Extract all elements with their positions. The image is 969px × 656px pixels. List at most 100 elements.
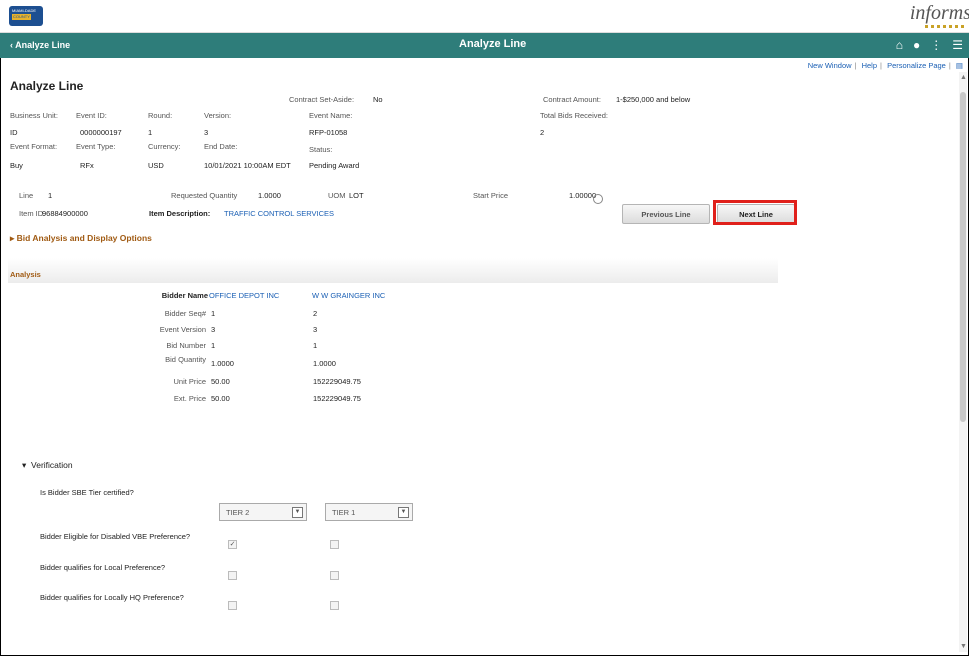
local-question: Bidder qualifies for Local Preference? xyxy=(40,563,166,572)
brand-underline xyxy=(925,25,965,28)
bidder-2-name-link[interactable]: W W GRAINGER INC xyxy=(312,291,385,300)
status-label: Status: xyxy=(309,145,333,154)
uom-value: LOT xyxy=(349,191,364,200)
grid-icon[interactable]: ▤ xyxy=(956,61,963,70)
triangle-right-icon: ▸ xyxy=(10,233,17,243)
hq-question: Bidder qualifies for Locally HQ Preferen… xyxy=(40,593,184,602)
currency-label: Currency: xyxy=(148,142,181,151)
scroll-thumb[interactable] xyxy=(960,92,966,422)
bidder-1-bid-quantity: 1.0000 xyxy=(211,359,234,368)
bidder-2-event-version: 3 xyxy=(313,325,318,334)
triangle-down-icon: ▾ xyxy=(22,460,29,470)
comment-bubble-icon[interactable] xyxy=(593,194,603,204)
bidder-1-hq-checkbox[interactable] xyxy=(228,601,237,610)
notifications-icon[interactable]: ● xyxy=(913,38,920,52)
line-label: Line xyxy=(19,191,34,200)
app-header: ‹ Analyze Line Analyze Line ⌂ ● ⋮ ☰ xyxy=(0,33,969,58)
version-label: Version: xyxy=(204,111,232,120)
total-bids-value: 2 xyxy=(540,128,545,137)
bid-number-label: Bid Number xyxy=(166,341,206,350)
line-value: 1 xyxy=(48,191,53,200)
bidder-1-event-version: 3 xyxy=(211,325,216,334)
business-unit-value: ID xyxy=(10,128,18,137)
item-description-label: Item Description: xyxy=(149,209,211,218)
help-link[interactable]: Help xyxy=(862,61,877,70)
event-id-value: 0000000197 xyxy=(80,128,122,137)
chevron-down-icon: ▼ xyxy=(292,507,303,518)
bidder-1-tier-select[interactable]: TIER 2 ▼ xyxy=(219,503,307,521)
bidder-2-bid-quantity: 1.0000 xyxy=(313,359,336,368)
bidder-1-tier-value: TIER 2 xyxy=(226,508,250,517)
event-format-label: Event Format: xyxy=(10,142,58,151)
event-format-value: Buy xyxy=(10,161,23,170)
currency-value: USD xyxy=(148,161,164,170)
new-window-link[interactable]: New Window xyxy=(808,61,852,70)
bidder-2-local-checkbox[interactable] xyxy=(330,571,339,580)
bidder-1-local-checkbox[interactable] xyxy=(228,571,237,580)
event-id-label: Event ID: xyxy=(76,111,107,120)
bid-analysis-options-toggle[interactable]: ▸ Bid Analysis and Display Options xyxy=(10,233,152,244)
end-date-label: End Date: xyxy=(204,142,238,151)
highlight-box xyxy=(713,200,797,225)
event-type-label: Event Type: xyxy=(76,142,116,151)
round-label: Round: xyxy=(148,111,173,120)
event-version-label: Event Version xyxy=(159,325,206,334)
bid-analysis-options-label: Bid Analysis and Display Options xyxy=(16,233,152,243)
bidder-2-tier-select[interactable]: TIER 1 ▼ xyxy=(325,503,413,521)
bidder-1-ext-price: 50.00 xyxy=(211,394,230,403)
home-icon[interactable]: ⌂ xyxy=(896,38,903,52)
personalize-page-link[interactable]: Personalize Page xyxy=(887,61,946,70)
bidder-2-hq-checkbox[interactable] xyxy=(330,601,339,610)
previous-line-button[interactable]: Previous Line xyxy=(622,204,710,224)
bid-quantity-label: Bid Quantity xyxy=(165,355,206,364)
top-branding-bar: MIAMI-DADE COUNTY informs xyxy=(0,0,969,33)
event-name-label: Event Name: xyxy=(309,111,353,120)
bidder-1-bid-number: 1 xyxy=(211,341,216,350)
bidder-2-tier-value: TIER 1 xyxy=(332,508,356,517)
logo-subtext: COUNTY xyxy=(12,14,31,20)
end-date-value: 10/01/2021 10:00AM EDT xyxy=(204,161,291,170)
bidder-1-unit-price: 50.00 xyxy=(211,377,230,386)
item-description-link[interactable]: TRAFFIC CONTROL SERVICES xyxy=(224,209,334,218)
event-name-value: RFP-01058 xyxy=(309,128,348,137)
requested-quantity-value: 1.0000 xyxy=(258,191,281,200)
bidder-1-vbe-checkbox[interactable]: ✓ xyxy=(228,540,237,549)
bidder-2-bid-number: 1 xyxy=(313,341,318,350)
bidder-2-seq: 2 xyxy=(313,309,318,318)
informs-brand: informs xyxy=(909,2,969,24)
scroll-up-icon[interactable]: ▲ xyxy=(960,74,967,81)
item-id-label: Item ID xyxy=(19,209,44,218)
total-bids-label: Total Bids Received: xyxy=(540,111,608,120)
scroll-down-icon[interactable]: ▼ xyxy=(960,643,967,650)
vertical-scrollbar[interactable]: ▲ ▼ xyxy=(959,72,967,652)
bidder-seq-label: Bidder Seq# xyxy=(164,309,206,318)
contract-amount-value: 1-$250,000 and below xyxy=(616,95,691,104)
uom-label: UOM xyxy=(328,191,346,200)
event-type-value: RFx xyxy=(80,161,94,170)
header-title: Analyze Line xyxy=(459,38,527,50)
round-value: 1 xyxy=(148,128,153,137)
bidder-2-vbe-checkbox[interactable] xyxy=(330,540,339,549)
verification-label: Verification xyxy=(31,460,73,470)
business-unit-label: Business Unit: xyxy=(10,111,58,120)
analysis-section-header: Analysis xyxy=(8,258,778,283)
start-price-label: Start Price xyxy=(473,191,509,200)
contract-amount-label: Contract Amount: xyxy=(543,95,601,104)
item-id-value: 96884900000 xyxy=(42,209,88,218)
actions-menu-icon[interactable]: ⋮ xyxy=(930,38,942,52)
county-logo: MIAMI-DADE COUNTY xyxy=(9,6,43,26)
bidder-2-unit-price: 152229049.75 xyxy=(313,377,361,386)
status-value: Pending Award xyxy=(309,161,360,170)
back-label: Analyze Line xyxy=(15,40,71,50)
verification-toggle[interactable]: ▾ Verification xyxy=(22,460,73,471)
back-button[interactable]: ‹ Analyze Line xyxy=(10,40,70,50)
sbe-question: Is Bidder SBE Tier certified? xyxy=(40,488,134,497)
bidder-1-seq: 1 xyxy=(211,309,216,318)
analysis-label: Analysis xyxy=(10,270,41,279)
version-value: 3 xyxy=(204,128,209,137)
bidder-1-name-link[interactable]: OFFICE DEPOT INC xyxy=(209,291,279,300)
contract-set-aside-value: No xyxy=(373,95,383,104)
page-links: New Window | Help | Personalize Page | ▤ xyxy=(807,61,963,70)
navbar-icon[interactable]: ☰ xyxy=(952,38,963,52)
ext-price-label: Ext. Price xyxy=(173,394,206,403)
